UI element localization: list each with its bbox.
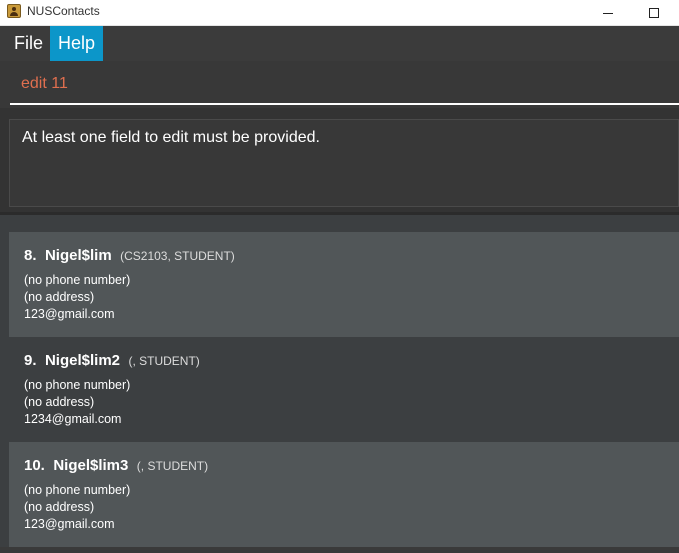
maximize-button[interactable] xyxy=(631,0,677,26)
window-title: NUSContacts xyxy=(27,4,100,18)
person-phone: (no phone number) xyxy=(24,483,131,497)
person-email: 1234@gmail.com xyxy=(24,412,122,426)
person-index: 9. xyxy=(24,352,37,369)
command-box xyxy=(0,61,679,108)
person-address: (no address) xyxy=(24,395,95,409)
result-display-area: At least one field to edit must be provi… xyxy=(0,108,679,213)
menu-help[interactable]: Help xyxy=(50,26,103,61)
menu-bar: File Help xyxy=(0,26,679,61)
person-card-header: 8. Nigel$lim (CS2103, STUDENT) xyxy=(24,247,235,265)
person-address: (no address) xyxy=(24,290,95,304)
person-phone: (no phone number) xyxy=(24,273,131,287)
minimize-icon xyxy=(603,12,613,14)
person-email: 123@gmail.com xyxy=(24,307,115,321)
minimize-button[interactable] xyxy=(585,0,631,26)
person-index: 8. xyxy=(24,247,37,264)
window-titlebar: NUSContacts xyxy=(0,0,679,26)
result-display[interactable]: At least one field to edit must be provi… xyxy=(9,119,679,207)
person-card[interactable]: 8. Nigel$lim (CS2103, STUDENT) (no phone… xyxy=(9,232,679,337)
person-card[interactable]: 10. Nigel$lim3 (, STUDENT) (no phone num… xyxy=(9,442,679,547)
result-message: At least one field to edit must be provi… xyxy=(22,129,320,146)
person-card-header: 10. Nigel$lim3 (, STUDENT) xyxy=(24,457,208,475)
maximize-icon xyxy=(649,8,659,18)
person-name: Nigel$lim2 xyxy=(44,352,120,369)
person-email: 123@gmail.com xyxy=(24,517,115,531)
person-address: (no address) xyxy=(24,500,95,514)
command-input[interactable] xyxy=(10,65,679,105)
menu-file[interactable]: File xyxy=(7,26,50,61)
person-tags: (CS2103, STUDENT) xyxy=(120,249,235,263)
person-tags: (, STUDENT) xyxy=(136,459,209,473)
app-contacts-icon xyxy=(7,4,21,18)
person-index: 10. xyxy=(24,457,45,474)
person-card-header: 9. Nigel$lim2 (, STUDENT) xyxy=(24,352,200,370)
list-bottom-edge xyxy=(0,547,679,553)
person-tags: (, STUDENT) xyxy=(128,354,200,368)
person-name: Nigel$lim3 xyxy=(53,457,129,474)
person-name: Nigel$lim xyxy=(44,247,112,264)
person-list[interactable]: 8. Nigel$lim (CS2103, STUDENT) (no phone… xyxy=(0,215,679,553)
person-phone: (no phone number) xyxy=(24,378,131,392)
person-card[interactable]: 9. Nigel$lim2 (, STUDENT) (no phone numb… xyxy=(9,337,679,442)
